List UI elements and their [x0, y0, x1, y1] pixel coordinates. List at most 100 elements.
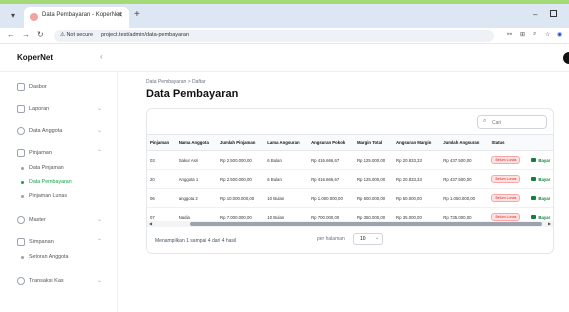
search-icon: ⌕ — [483, 118, 487, 124]
bayar-button[interactable]: Bayar — [531, 215, 550, 220]
users-icon — [17, 127, 25, 135]
sidebar-label: Simpanan — [29, 239, 54, 245]
column-header[interactable]: Angsuran Margin — [393, 134, 441, 151]
chevron-down-icon: ⌄ — [375, 235, 380, 241]
translate-icon[interactable]: ⊞ — [520, 31, 525, 38]
tab-search-icon[interactable]: ▾ — [6, 9, 20, 23]
per-page-select[interactable]: 10 ⌄ — [353, 233, 383, 245]
url-text[interactable]: project.test/admin/data-pembayaran — [101, 32, 189, 38]
search-input[interactable] — [492, 118, 544, 127]
sidebar-subitem-pinjaman-lunas[interactable]: Pinjaman Lunas — [21, 191, 111, 201]
cell-margin-total: Rp 125.000,00 — [353, 150, 394, 170]
cell-jumlah-pinjaman: Rp 2.500.000,00 — [217, 150, 265, 170]
chevron-up-icon: ⌃ — [96, 239, 102, 245]
tab-title: Data Pembayaran - KoperNet — [42, 12, 122, 18]
sidebar-subitem-setoran-anggota[interactable]: Setoran Anggota — [21, 252, 111, 262]
back-arrow-icon[interactable]: ← — [7, 30, 15, 39]
bookmark-star-icon[interactable]: ☆ — [545, 31, 550, 38]
per-page-label: per halaman — [317, 236, 345, 242]
table-header-row: Pinjaman Nama Anggota Jumlah Pinjaman La… — [147, 134, 553, 151]
wallet-icon — [17, 149, 25, 157]
cell-jumlah-pinjaman: Rp 2.500.000,00 — [217, 169, 265, 189]
cell-nama: Anggota 1 — [175, 169, 218, 189]
browser-nav-bar: ← → ↻ ⚠ Not secure project.test/admin/da… — [0, 28, 569, 44]
column-header[interactable]: Angsuran Pokok — [308, 134, 354, 151]
cell-jumlah-angsuran: Rp 437.500,00 — [440, 169, 489, 189]
chevron-down-icon: ⌄ — [96, 217, 102, 223]
sidebar-item-transaksi-kas[interactable]: Transaksi Kas ⌄ — [17, 276, 112, 288]
sidebar-item-master[interactable]: Master ⌄ — [17, 215, 112, 227]
cell-pinjaman: 20 — [147, 169, 176, 189]
column-header — [528, 134, 553, 151]
scroll-right-icon[interactable]: ▶ — [548, 221, 551, 226]
bullet-icon — [21, 167, 24, 170]
sidebar-subitem-data-pembayaran[interactable]: Data Pembayaran — [21, 177, 111, 187]
column-header[interactable]: Margin Total — [353, 134, 394, 151]
column-header[interactable]: Jumlah Pinjaman — [217, 134, 265, 151]
sidebar-sublabel: Pinjaman Lunas — [29, 193, 67, 199]
bayar-button[interactable]: Bayar — [531, 196, 550, 201]
cell-lama-angsuran: 6 Bulan — [264, 169, 309, 189]
cell-status: Belum Lunas — [488, 188, 529, 208]
zoom-icon[interactable]: ⌕ — [533, 31, 536, 38]
tab-close-icon[interactable]: ✕ — [117, 11, 123, 19]
sidebar-item-simpanan[interactable]: Simpanan ⌃ — [17, 237, 112, 249]
savings-icon — [17, 238, 25, 246]
chevron-down-icon: ⌄ — [96, 278, 102, 284]
bullet-icon — [21, 256, 24, 259]
horizontal-scrollbar[interactable]: ◀ ▶ — [147, 221, 553, 227]
extension-icon[interactable]: ⚯ — [507, 31, 512, 38]
cell-status: Belum Lunas — [488, 169, 529, 189]
sidebar-item-laporan[interactable]: Laporan ⌄ — [17, 104, 112, 116]
column-header[interactable]: Pinjaman — [147, 134, 176, 151]
forward-arrow-icon[interactable]: → — [22, 30, 30, 39]
sidebar-collapse-icon[interactable]: ‹ — [100, 52, 103, 61]
cell-angsuran-pokok: Rp 416.666,67 — [308, 150, 354, 170]
browser-tab-bar: ▾ Data Pembayaran - KoperNet ✕ + – — [0, 4, 569, 28]
address-bar[interactable]: ⚠ Not secure project.test/admin/data-pem… — [54, 30, 494, 42]
profile-icon[interactable]: ◉ — [557, 31, 562, 38]
bullet-icon — [21, 181, 24, 184]
chevron-down-icon: ⌄ — [96, 106, 102, 112]
browser-tab[interactable]: Data Pembayaran - KoperNet ✕ — [24, 7, 129, 28]
bullet-icon — [21, 195, 24, 198]
bayar-button[interactable]: Bayar — [531, 158, 550, 163]
scroll-left-icon[interactable]: ◀ — [149, 221, 152, 226]
cell-margin-total: Rp 500.000,00 — [353, 188, 394, 208]
sidebar-label: Data Anggota — [29, 128, 63, 134]
window-restore-button[interactable] — [550, 10, 557, 17]
sidebar-label: Dasbor — [29, 84, 47, 90]
brand-logo[interactable]: KoperNet — [17, 53, 53, 62]
column-header[interactable]: Nama Anggota — [175, 134, 218, 151]
search-box[interactable]: ⌕ — [477, 115, 547, 129]
app-header: KoperNet ‹ — [0, 44, 569, 72]
cell-nama: anggota 2 — [175, 188, 218, 208]
cell-lama-angsuran: 6 Bulan — [264, 150, 309, 170]
scrollbar-thumb[interactable] — [190, 222, 542, 226]
favicon-icon — [30, 13, 38, 21]
sidebar-label: Transaksi Kas — [29, 278, 64, 284]
not-secure-badge[interactable]: ⚠ Not secure — [60, 32, 93, 38]
window-minimize-button[interactable]: – — [533, 10, 537, 19]
cell-jumlah-pinjaman: Rp 10.000.000,00 — [217, 188, 265, 208]
payments-table: Pinjaman Nama Anggota Jumlah Pinjaman La… — [147, 134, 553, 227]
home-icon — [17, 83, 25, 91]
reload-icon[interactable]: ↻ — [37, 30, 44, 39]
column-header[interactable]: Status — [488, 134, 529, 151]
table-row: 03 Sakur Asri Rp 2.500.000,00 6 Bulan Rp… — [147, 150, 553, 170]
page-title: Data Pembayaran — [146, 88, 239, 100]
sidebar-item-pinjaman[interactable]: Pinjaman ⌃ — [17, 148, 112, 160]
sidebar-subitem-data-pinjaman[interactable]: Data Pinjaman — [21, 163, 111, 173]
user-avatar[interactable] — [563, 52, 569, 64]
new-tab-button[interactable]: + — [134, 10, 140, 20]
breadcrumb[interactable]: Data Pembayaran > Daftar — [146, 79, 206, 85]
column-header[interactable]: Lama Angsuran — [264, 134, 309, 151]
cell-action: Bayar — [528, 150, 553, 170]
column-header[interactable]: Jumlah Angsuran — [440, 134, 489, 151]
bayar-button[interactable]: Bayar — [531, 177, 550, 182]
sidebar-label: Laporan — [29, 106, 50, 112]
sidebar-label: Master — [29, 217, 46, 223]
sidebar-item-data-anggota[interactable]: Data Anggota ⌄ — [17, 126, 112, 138]
cell-angsuran-pokok: Rp 416.666,67 — [308, 169, 354, 189]
sidebar-item-dasbor[interactable]: Dasbor — [17, 82, 112, 94]
